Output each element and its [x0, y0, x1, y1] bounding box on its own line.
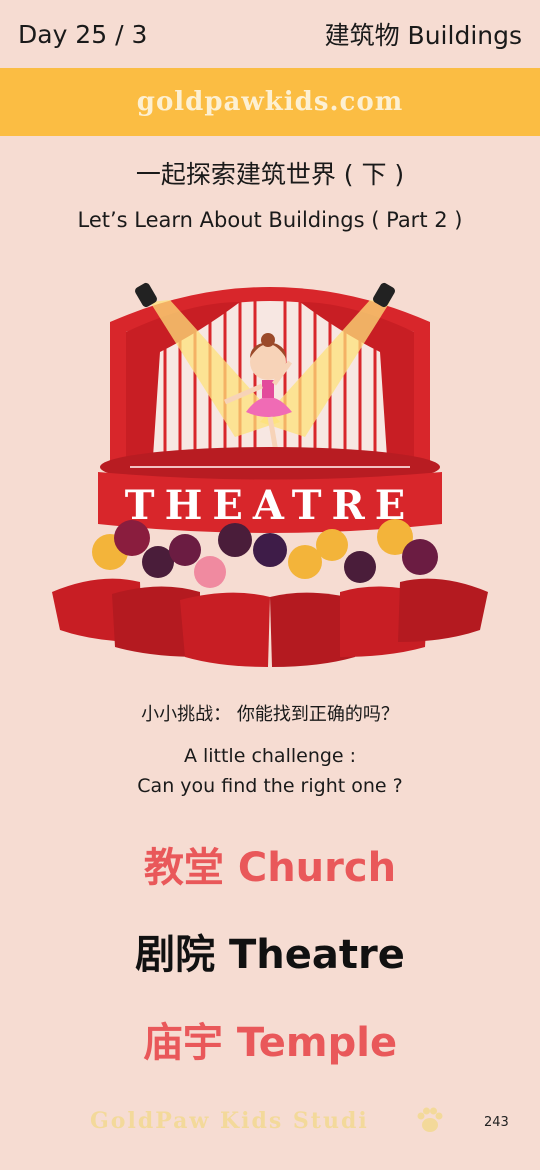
option-temple[interactable]: 庙宇 Temple: [0, 1010, 540, 1068]
day-label: Day 25 / 3: [18, 19, 148, 49]
brand-banner[interactable]: goldpawkids.com: [0, 68, 540, 136]
theatre-sign-text: THEATRE: [125, 482, 415, 529]
brand-url[interactable]: goldpawkids.com: [137, 87, 403, 117]
page-title-cn: 一起探索建筑世界 ( 下 ): [135, 160, 405, 189]
challenge-text-en-line1: A little challenge :: [183, 745, 357, 767]
challenge-text-en-line2: Can you find the right one ?: [137, 775, 403, 797]
page-number: 243: [484, 1115, 509, 1130]
challenge-text-cn: 小小挑战： 你能找到正确的吗？: [141, 704, 399, 725]
option-theatre[interactable]: 剧院 Theatre: [0, 922, 540, 980]
footer-brand: GoldPaw Kids Studi: [90, 1108, 369, 1134]
theatre-illustration: THEATRE: [52, 282, 488, 667]
paw-icon: [417, 1107, 443, 1132]
option-church[interactable]: 教堂 Church: [0, 835, 540, 893]
topic-label: 建筑物 Buildings: [324, 21, 522, 50]
top-bar: Day 25 / 3 建筑物 Buildings: [0, 0, 540, 68]
audience-seats: [52, 578, 488, 667]
page-title-en: Let’s Learn About Buildings ( Part 2 ): [77, 208, 463, 232]
